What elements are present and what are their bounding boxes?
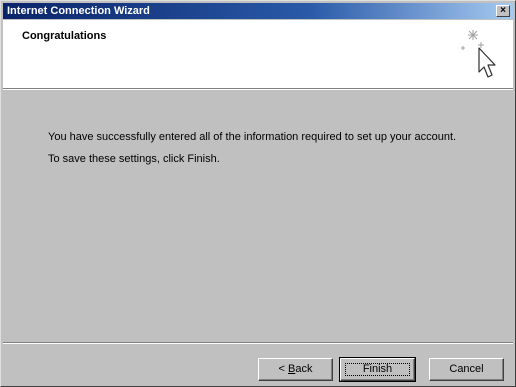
header-panel: Congratulations: [3, 20, 513, 88]
title-bar[interactable]: Internet Connection Wizard ×: [3, 3, 513, 19]
page-title: Congratulations: [22, 30, 107, 42]
close-icon: ×: [500, 5, 506, 16]
finish-button[interactable]: Finish: [339, 357, 416, 382]
close-button[interactable]: ×: [496, 5, 510, 17]
cancel-button-label: Cancel: [449, 363, 484, 375]
header-divider-highlight: [3, 89, 513, 90]
info-text-success: You have successfully entered all of the…: [48, 131, 457, 143]
footer-divider-highlight: [3, 343, 513, 344]
back-button[interactable]: < Back: [258, 358, 333, 381]
back-button-prefix: <: [278, 363, 288, 375]
wizard-window: Internet Connection Wizard × Congratulat…: [0, 0, 516, 387]
wizard-wand-cursor-icon: [461, 30, 496, 78]
window-title: Internet Connection Wizard: [7, 5, 150, 17]
back-button-label: < Back: [279, 363, 313, 375]
back-button-suffix: ack: [295, 363, 313, 375]
info-text-instruction: To save these settings, click Finish.: [48, 153, 220, 165]
finish-button-label: Finish: [362, 363, 393, 375]
cancel-button[interactable]: Cancel: [429, 358, 504, 381]
